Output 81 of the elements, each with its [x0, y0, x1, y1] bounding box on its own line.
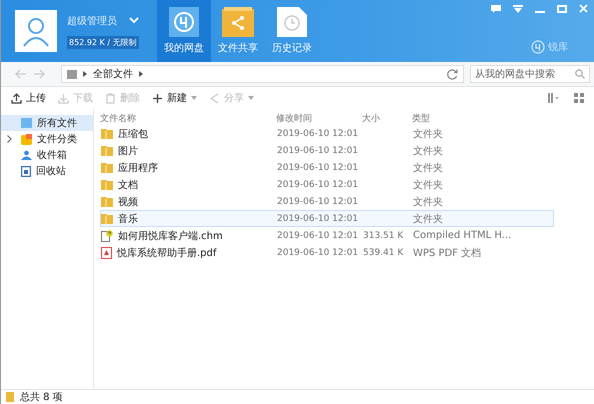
- file-type: 文件夹: [413, 162, 444, 174]
- dropdown-menu-icon[interactable]: [513, 4, 523, 12]
- back-arrow-icon[interactable]: [15, 69, 27, 79]
- file-name: 音乐: [118, 212, 138, 226]
- file-type: 文件夹: [413, 178, 444, 192]
- sort-icon[interactable]: [546, 93, 560, 103]
- plus-icon: [152, 92, 163, 104]
- brand-logo-icon: [531, 40, 545, 54]
- file-type: WPS PDF 文档: [413, 246, 482, 260]
- trash-icon: [105, 92, 116, 104]
- file-row[interactable]: 文档 2019-06-10 12:01 文件夹: [100, 176, 554, 193]
- file-type: 文件夹: [413, 196, 444, 208]
- pdf-document-icon: [101, 246, 112, 258]
- file-name: 压缩包: [118, 128, 148, 140]
- cloud-drive-icon: [169, 7, 199, 37]
- file-row[interactable]: 悦库系统帮助手册.pdf 2019-06-10 12:01 539.41 K WPS PDF 文档: [100, 244, 554, 261]
- file-row[interactable]: 视频 2019-06-10 12:01 文件夹: [100, 193, 554, 210]
- file-row[interactable]: 压缩包 2019-06-10 12:01 文件夹: [100, 125, 554, 142]
- column-header[interactable]: 文件名称: [100, 112, 276, 124]
- column-header[interactable]: 修改时间: [276, 112, 362, 124]
- grid-view-icon[interactable]: [574, 93, 584, 103]
- column-header[interactable]: 大小: [362, 112, 412, 124]
- close-icon[interactable]: [579, 4, 588, 13]
- file-name: 视频: [118, 196, 138, 208]
- file-row[interactable]: 音乐 2019-06-10 12:01 文件夹: [100, 210, 554, 227]
- share-icon: [209, 92, 220, 104]
- modified-time: 2019-06-10 12:01: [277, 196, 360, 206]
- modified-time: 2019-06-10 12:01: [277, 162, 360, 172]
- path-bar[interactable]: 全部文件: [61, 65, 464, 83]
- modified-time: 2019-06-10 12:01: [277, 230, 360, 240]
- column-header[interactable]: 类型: [412, 112, 532, 124]
- file-row[interactable]: 如何用悦库客户端.chm 2019-06-10 12:01 313.51 K Compiled HTML H...: [100, 227, 554, 244]
- item-count: 总共 8 项: [20, 390, 63, 404]
- brand-name: 锐库: [548, 40, 568, 54]
- shared-folder-icon: [222, 7, 254, 37]
- file-name: 图片: [118, 144, 138, 158]
- search-icon: [575, 69, 585, 79]
- storage-quota: 852.92 K / 无限制: [67, 36, 139, 48]
- nav-tab[interactable]: 我的网盘: [157, 0, 211, 62]
- file-name: 悦库系统帮助手册.pdf: [117, 246, 216, 260]
- clock-document-icon: [277, 7, 307, 37]
- maximize-icon[interactable]: [557, 4, 567, 12]
- help-document-icon: [101, 230, 113, 242]
- forward-arrow-icon[interactable]: [33, 69, 45, 79]
- file-row[interactable]: 应用程序 2019-06-10 12:01 文件夹: [100, 159, 554, 176]
- user-name: 超级管理员: [67, 14, 117, 28]
- modified-time: 2019-06-10 12:01: [277, 248, 360, 258]
- file-name: 应用程序: [118, 162, 158, 174]
- message-icon[interactable]: [491, 4, 501, 12]
- file-size: 313.51 K: [363, 230, 404, 240]
- person-icon: [21, 150, 32, 160]
- toolbar-button[interactable]: 新建: [148, 89, 201, 107]
- sidebar-item[interactable]: 回收站: [1, 163, 93, 179]
- file-name: 文档: [118, 178, 138, 192]
- refresh-icon[interactable]: [447, 68, 458, 80]
- category-icon: [21, 134, 32, 144]
- breadcrumb-link[interactable]: 全部文件: [93, 67, 133, 81]
- modified-time: 2019-06-10 12:01: [277, 146, 360, 156]
- caret-right-icon: [83, 71, 87, 77]
- sidebar-item[interactable]: 所有文件: [1, 115, 93, 131]
- file-name: 如何用悦库客户端.chm: [118, 230, 223, 242]
- file-type: 文件夹: [413, 144, 444, 158]
- modified-time: 2019-06-10 12:01: [277, 128, 360, 138]
- download-icon: [58, 92, 69, 104]
- chevron-down-icon[interactable]: [129, 17, 139, 24]
- user-avatar-icon: [15, 10, 57, 52]
- modified-time: 2019-06-10 12:01: [277, 180, 360, 190]
- sidebar-item[interactable]: 文件分类: [1, 131, 93, 147]
- toolbar-button[interactable]: 上传: [7, 89, 50, 107]
- recycle-bin-icon: [21, 166, 31, 176]
- expand-chevron-icon[interactable]: [7, 135, 12, 143]
- file-type: 文件夹: [413, 212, 444, 226]
- file-type: 文件夹: [413, 128, 444, 140]
- sidebar-item[interactable]: 收件箱: [1, 147, 93, 163]
- upload-icon: [11, 92, 22, 104]
- caret-right-icon: [139, 71, 143, 77]
- file-size: 539.41 K: [363, 248, 404, 258]
- modified-time: 2019-06-10 12:01: [277, 214, 360, 224]
- file-row[interactable]: 图片 2019-06-10 12:01 文件夹: [100, 142, 554, 159]
- search-field[interactable]: 从我的网盘中搜索: [470, 65, 590, 83]
- file-type: Compiled HTML H...: [413, 230, 512, 241]
